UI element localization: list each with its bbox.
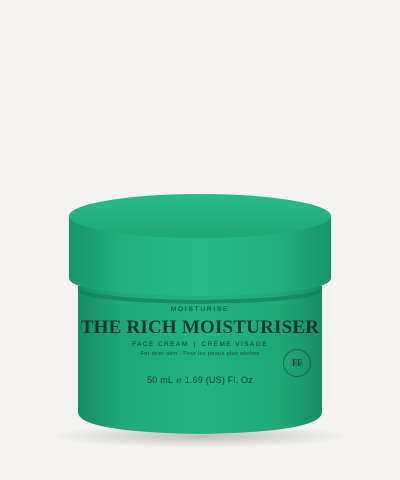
product-type-en: FACE CREAM [132, 341, 189, 348]
cream-jar [50, 194, 350, 448]
product-name: THE RICH MOISTURISER [80, 317, 320, 338]
jar-lid-top [69, 194, 331, 238]
product-type-fr: CRÈME VISAGE [201, 341, 268, 348]
estimated-sign-icon: ℮ [176, 375, 182, 385]
brand-monogram-seal: FF [283, 349, 311, 377]
product-volume: 50 mL ℮ 1.69 (US) Fl. Oz [80, 375, 320, 385]
product-image: MOISTURISE THE RICH MOISTURISER FACE CRE… [0, 0, 400, 480]
volume-floz: 1.69 (US) Fl. Oz [184, 375, 253, 385]
volume-ml: 50 mL [147, 375, 174, 385]
type-separator: | [193, 341, 197, 348]
product-type: FACE CREAM | CRÈME VISAGE [80, 341, 320, 348]
product-category: MOISTURISE [170, 306, 230, 313]
